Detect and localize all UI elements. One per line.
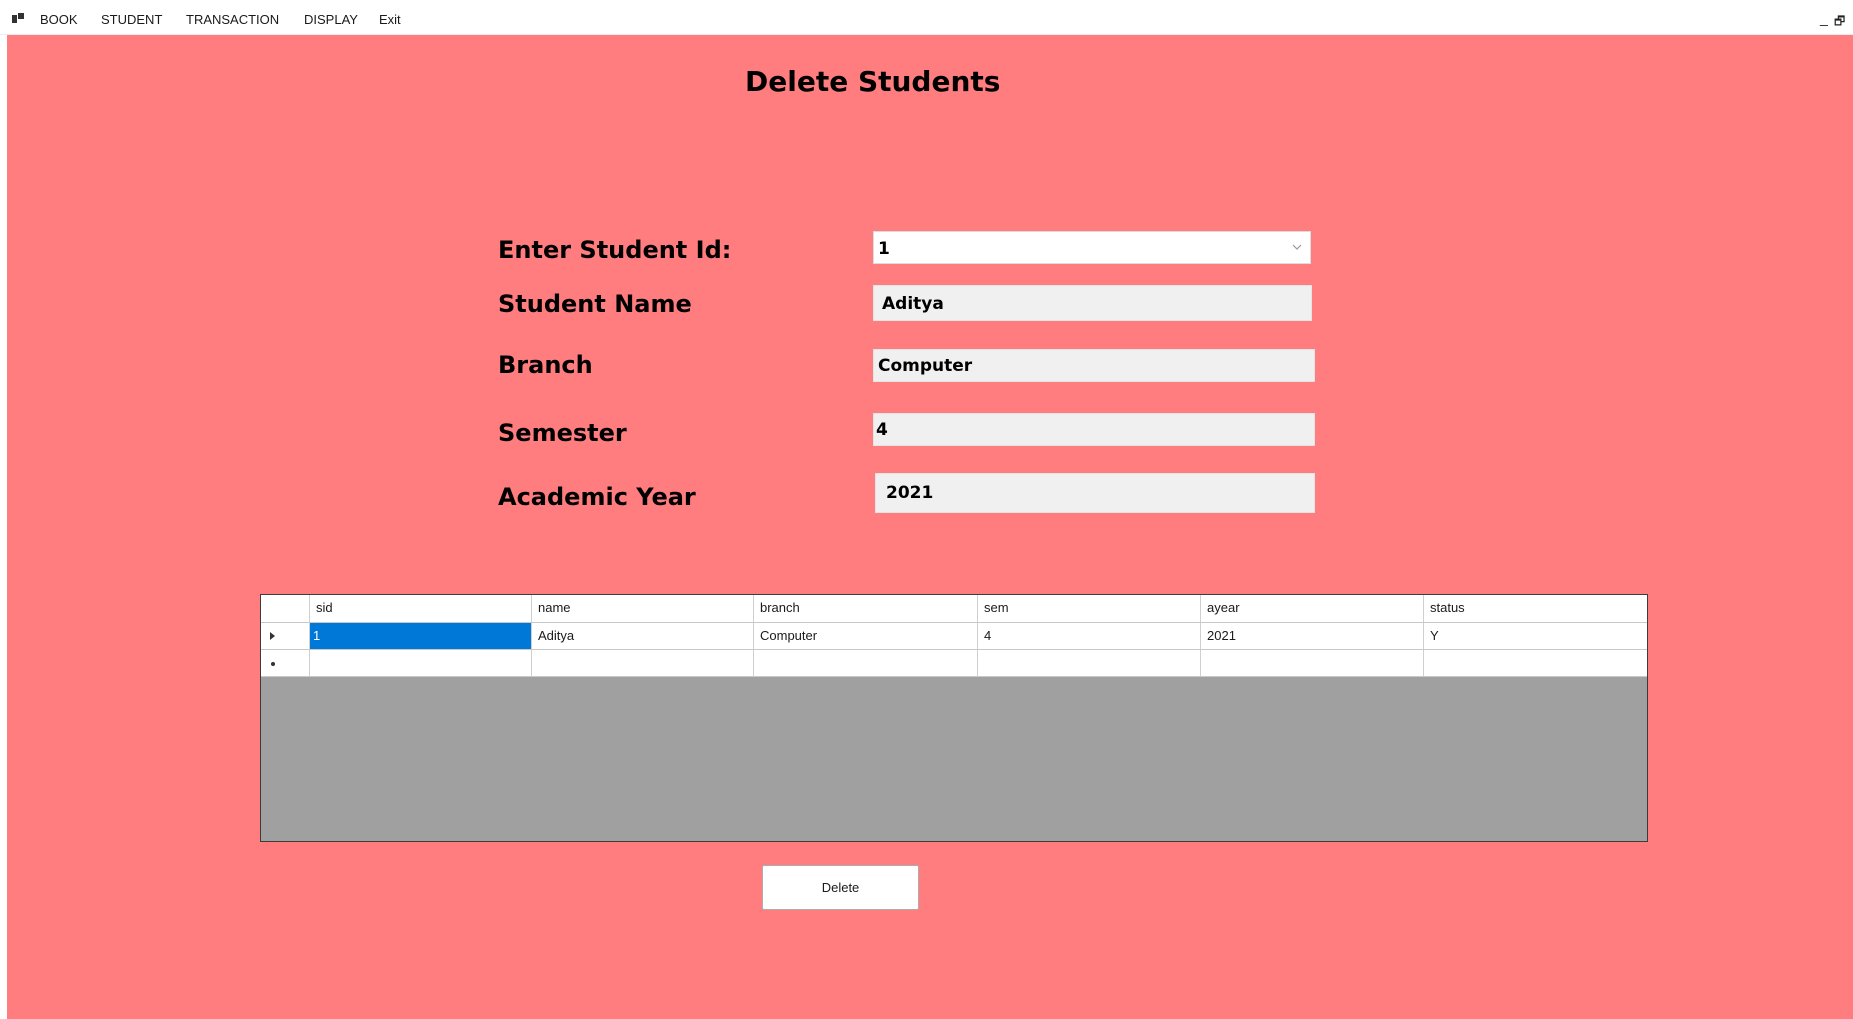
menu-item-book[interactable]: BOOK (40, 12, 78, 28)
new-cell-branch[interactable] (754, 650, 978, 676)
minimize-button[interactable]: _ (1820, 10, 1828, 26)
cell-ayear[interactable]: 2021 (1201, 623, 1424, 649)
branch-value: Computer (878, 356, 973, 376)
page-title: Delete Students (745, 65, 1001, 98)
new-cell-status[interactable] (1424, 650, 1647, 676)
academic-year-value: 2021 (886, 483, 934, 503)
menu-item-transaction[interactable]: TRANSACTION (186, 12, 279, 28)
branch-label: Branch (498, 351, 593, 379)
column-header-status[interactable]: status (1424, 595, 1647, 622)
form-surface (7, 35, 1853, 1019)
new-row-asterisk-icon (271, 662, 275, 666)
cell-status[interactable]: Y (1424, 623, 1647, 649)
menu-bar: BOOK STUDENT TRANSACTION DISPLAY Exit _ … (0, 0, 1853, 35)
column-header-sid[interactable]: sid (310, 595, 532, 622)
student-name-label: Student Name (498, 290, 692, 318)
branch-field[interactable]: Computer (873, 349, 1315, 382)
student-id-combobox[interactable]: 1 (873, 231, 1311, 264)
semester-field[interactable]: 4 (873, 413, 1315, 446)
cell-sid[interactable]: 1 (310, 623, 532, 649)
student-id-label: Enter Student Id: (498, 236, 732, 264)
row-header[interactable] (261, 650, 310, 676)
new-row[interactable] (261, 650, 1647, 677)
academic-year-field[interactable]: 2021 (875, 473, 1315, 513)
column-header-name[interactable]: name (532, 595, 754, 622)
restore-button[interactable]: 🗗 (1834, 12, 1845, 33)
menu-item-display[interactable]: DISPLAY (304, 12, 358, 28)
student-id-value: 1 (878, 239, 890, 259)
semester-value: 4 (876, 420, 888, 440)
students-grid[interactable]: sid name branch sem ayear status 1 Adity… (260, 594, 1648, 842)
cell-name[interactable]: Aditya (532, 623, 754, 649)
grid-corner-header[interactable] (261, 595, 310, 622)
chevron-down-icon[interactable] (1292, 242, 1302, 252)
student-name-field[interactable]: Aditya (873, 285, 1312, 321)
menu-item-student[interactable]: STUDENT (101, 12, 162, 28)
menu-item-exit[interactable]: Exit (379, 12, 401, 28)
new-cell-name[interactable] (532, 650, 754, 676)
right-triangle-icon (270, 632, 275, 640)
column-header-sem[interactable]: sem (978, 595, 1201, 622)
app-icon (12, 13, 24, 23)
column-header-ayear[interactable]: ayear (1201, 595, 1424, 622)
delete-button[interactable]: Delete (762, 865, 919, 910)
new-cell-sid[interactable] (310, 650, 532, 676)
new-cell-sem[interactable] (978, 650, 1201, 676)
column-header-branch[interactable]: branch (754, 595, 978, 622)
cell-branch[interactable]: Computer (754, 623, 978, 649)
academic-year-label: Academic Year (498, 483, 696, 511)
new-cell-ayear[interactable] (1201, 650, 1424, 676)
cell-sem[interactable]: 4 (978, 623, 1201, 649)
row-header[interactable] (261, 623, 310, 649)
semester-label: Semester (498, 419, 627, 447)
table-row[interactable]: 1 Aditya Computer 4 2021 Y (261, 623, 1647, 650)
student-name-value: Aditya (882, 294, 944, 314)
grid-header-row: sid name branch sem ayear status (261, 595, 1647, 623)
